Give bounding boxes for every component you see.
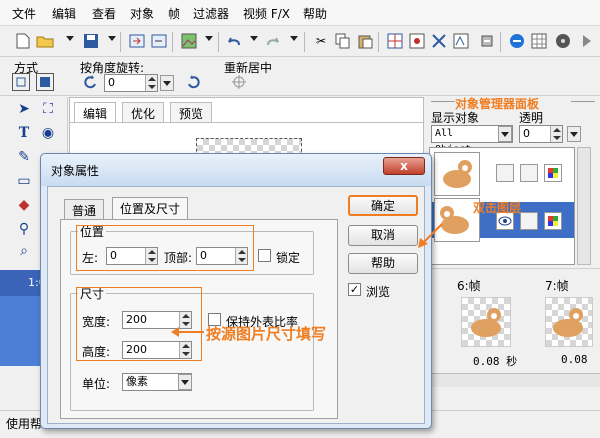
unit-dropdown[interactable] [178, 374, 192, 390]
help-button[interactable]: 帮助 [348, 253, 418, 274]
open-folder-icon[interactable] [36, 32, 54, 50]
eraser-tool-icon[interactable]: ▭ [14, 171, 34, 191]
lock-toggle[interactable] [520, 212, 538, 230]
frame-7-delay[interactable]: 0.08 [561, 353, 588, 366]
display-object-dropdown[interactable] [498, 126, 512, 142]
status-text: 使用帮 [6, 417, 43, 431]
redo-icon[interactable] [264, 32, 282, 50]
dialog-body: 普通 位置及尺寸 位置 左: 0 顶部: 0 锁定 尺寸 宽度: 200 高度:… [47, 186, 425, 424]
opacity-label: 透明 [519, 111, 544, 125]
lock-checkbox[interactable] [258, 249, 271, 262]
object-manager-panel: 对象管理器面板 显示对象 All Object: 透明 0 双击图层 [425, 97, 600, 267]
tab-optimize[interactable]: 优化 [122, 102, 165, 122]
import-icon[interactable] [128, 32, 146, 50]
option-row: 方式 按角度旋转: 0 重新居中 [0, 58, 600, 96]
menu-edit[interactable]: 编辑 [52, 5, 76, 22]
redo-dropdown-icon[interactable] [290, 36, 298, 41]
rotate-right-icon[interactable] [184, 73, 202, 91]
color-swatch-2[interactable] [544, 212, 562, 230]
frames-scrollbar[interactable] [425, 373, 600, 387]
save-dropdown-icon[interactable] [108, 36, 116, 41]
frame-7-label: 7:帧 [545, 279, 569, 293]
paste-icon[interactable] [356, 32, 374, 50]
menu-frame[interactable]: 帧 [168, 5, 180, 22]
rotate-angle-input[interactable]: 0 [104, 74, 158, 92]
frame-6-thumb[interactable] [461, 297, 511, 347]
display-object-label: 显示对象 [431, 111, 480, 125]
tab-preview[interactable]: 预览 [170, 102, 213, 122]
browse-checkbox[interactable]: ✓ [348, 283, 361, 296]
copy-icon[interactable] [334, 32, 352, 50]
ok-button[interactable]: 确定 [348, 195, 418, 216]
dialog-title: 对象属性 [51, 164, 100, 178]
open-dropdown-icon[interactable] [66, 36, 74, 41]
rotate-angle-dropdown[interactable] [160, 75, 174, 91]
menu-object[interactable]: 对象 [130, 5, 154, 22]
grid-icon[interactable] [530, 32, 548, 50]
fill-icon[interactable] [36, 73, 54, 91]
browse-label: 浏览 [366, 285, 391, 299]
toolbar: ✂ [0, 27, 600, 57]
tab-general[interactable]: 普通 [64, 199, 105, 219]
menu-filter[interactable]: 过滤器 [193, 5, 229, 22]
transform-icon[interactable] [452, 32, 470, 50]
undo-icon[interactable] [225, 32, 243, 50]
opacity-dropdown[interactable] [567, 126, 581, 142]
image-tool-dropdown-icon[interactable] [205, 36, 213, 41]
more-icon[interactable] [578, 32, 596, 50]
dialog-titlebar[interactable]: 对象属性 x [41, 154, 431, 186]
new-file-icon[interactable] [14, 32, 32, 50]
size-hint: 按源图片尺寸填写 [206, 325, 327, 343]
menu-file[interactable]: 文件 [12, 5, 36, 22]
hint-arrow-icon [418, 223, 443, 248]
tab-edit[interactable]: 编辑 [74, 102, 117, 122]
brush-tool-icon[interactable]: ✎ [14, 147, 34, 167]
undo-dropdown-icon[interactable] [250, 36, 258, 41]
properties-icon[interactable] [408, 32, 426, 50]
frame-6-delay[interactable]: 0.08 秒 [473, 353, 517, 369]
menu-bar: 文件 编辑 查看 对象 帧 过滤器 视频 F/X 帮助 [0, 0, 600, 26]
export-icon[interactable] [150, 32, 168, 50]
object-properties-dialog: 对象属性 x 普通 位置及尺寸 位置 左: 0 顶部: 0 锁定 尺寸 宽度: … [40, 153, 432, 429]
plugin-icon[interactable] [478, 32, 496, 50]
fill-tool-icon[interactable]: ◆ [14, 195, 34, 215]
tab-position-size[interactable]: 位置及尺寸 [112, 197, 189, 219]
rotate-left-icon[interactable] [82, 73, 100, 91]
lock-label: 锁定 [276, 251, 301, 265]
save-icon[interactable] [82, 32, 100, 50]
frame-7-thumb[interactable] [545, 297, 593, 347]
text-tool-icon[interactable]: T [14, 123, 34, 143]
select-tool-icon[interactable]: ⛶ [38, 99, 58, 119]
pointer-tool-icon[interactable]: ➤ [14, 99, 34, 119]
opacity-input[interactable]: 0 [519, 125, 563, 143]
disc-icon[interactable] [554, 32, 572, 50]
cut-icon[interactable]: ✂ [312, 32, 330, 50]
image-tool-icon[interactable] [180, 32, 198, 50]
play-tool-icon[interactable]: ◉ [38, 123, 58, 143]
frame-grid-icon[interactable] [386, 32, 404, 50]
dblclick-layer-hint: 双击图层 [473, 201, 522, 215]
cancel-button[interactable]: 取消 [348, 225, 418, 246]
frame-6-label: 6:帧 [457, 279, 481, 293]
crosshair-icon[interactable] [230, 73, 248, 91]
close-icon: x [400, 159, 408, 173]
object-list-scrollbar[interactable] [577, 147, 591, 265]
color-swatch-1[interactable] [544, 164, 562, 182]
browser-preview-icon[interactable] [508, 32, 526, 50]
eyedropper-tool-icon[interactable]: ⚲ [14, 219, 34, 239]
layer-thumb-1[interactable] [434, 152, 480, 196]
frames-strip: 6:帧 7:帧 0.08 秒 0.08 [425, 268, 600, 408]
arrow-icon [171, 327, 204, 337]
fit-icon[interactable] [12, 73, 30, 91]
resize-icon[interactable] [430, 32, 448, 50]
unit-label: 单位: [82, 377, 111, 391]
menu-video-fx[interactable]: 视频 F/X [243, 5, 290, 22]
dialog-close-button[interactable]: x [383, 157, 425, 175]
menu-view[interactable]: 查看 [92, 5, 116, 22]
menu-help[interactable]: 帮助 [303, 5, 327, 22]
